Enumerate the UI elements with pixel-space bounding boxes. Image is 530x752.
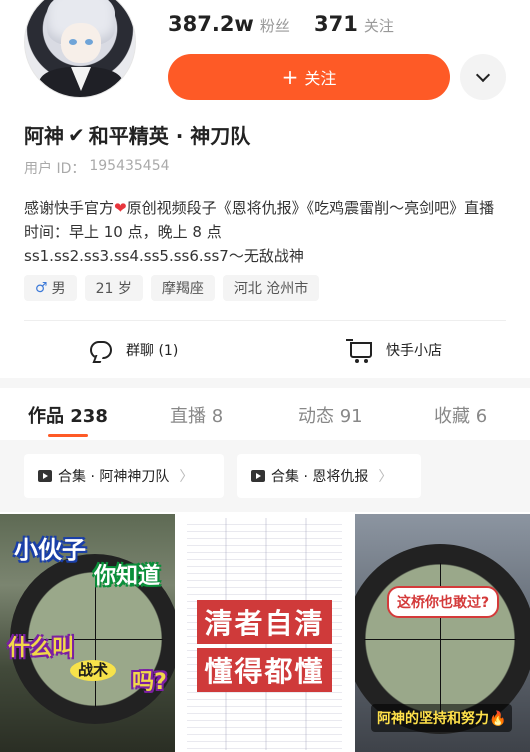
following-stat[interactable]: 371 关注	[314, 12, 394, 36]
video-caption: 吗?	[132, 670, 167, 695]
tab-favorites[interactable]: 收藏 6	[434, 402, 487, 428]
following-count: 371	[314, 12, 358, 36]
playlist-icon	[251, 470, 265, 482]
profile-tabs: 作品 238 直播 8 动态 91 收藏 6	[0, 390, 530, 436]
video-caption: 懂得都懂	[197, 648, 332, 692]
fans-stat[interactable]: 387.2w 粉丝	[168, 12, 290, 36]
video-caption: 战术	[70, 660, 117, 681]
bio-text-a: 感谢快手官方	[24, 199, 115, 217]
cart-icon	[346, 339, 372, 363]
tab-live[interactable]: 直播 8	[170, 402, 223, 428]
avatar-eye-left	[69, 39, 77, 45]
follow-button-label: 关注	[304, 69, 337, 88]
age-text: 21 岁	[95, 281, 132, 297]
user-id[interactable]: 用户 ID： 195435454	[24, 158, 170, 178]
more-button[interactable]	[460, 54, 506, 100]
fans-count: 387.2w	[168, 12, 254, 36]
user-id-label: 用户 ID：	[24, 161, 86, 177]
plus-icon: +	[281, 65, 299, 89]
video-caption: 小伙子	[14, 536, 86, 564]
group-chat-button[interactable]: 群聊 (1)	[90, 336, 178, 364]
gender-text: 男	[51, 281, 66, 297]
age-tag: 21 岁	[84, 275, 143, 301]
active-tab-indicator	[48, 434, 88, 437]
chevron-down-icon	[475, 67, 491, 82]
section-gap	[0, 378, 530, 388]
chat-bubble-icon	[90, 341, 112, 359]
fans-label: 粉丝	[259, 17, 290, 35]
video-thumbnail-3[interactable]: 这桥你也敢过? 阿神的坚持和努力🔥	[355, 514, 530, 752]
bio-text-c: ss1.ss2.ss3.ss4.ss5.ss6.ss7～无敌战神	[24, 247, 304, 265]
video-caption: 这桥你也敢过?	[387, 586, 500, 618]
collection-chip-shendaodui[interactable]: 合集 · 阿神神刀队 〉	[24, 454, 224, 498]
tab-moments[interactable]: 动态 91	[298, 402, 363, 428]
chevron-right-icon: 〉	[179, 469, 194, 485]
following-label: 关注	[363, 17, 394, 35]
shop-button[interactable]: 快手小店	[346, 336, 442, 364]
collection-chip-enjiangchoubao[interactable]: 合集 · 恩将仇报 〉	[237, 454, 421, 498]
video-thumbnail-1[interactable]: 小伙子 你知道 什么叫 战术 吗?	[0, 514, 175, 752]
video-thumbnail-2[interactable]: 清者自清 懂得都懂	[177, 514, 352, 752]
video-caption: 你知道	[94, 564, 161, 589]
profile-name: 阿神 ✔ 和平精英 · 神刀队	[24, 120, 250, 149]
profile-tags: ♂ 男 21 岁 摩羯座 河北 沧州市	[24, 275, 320, 301]
avatar-face	[61, 23, 101, 63]
zodiac-tag: 摩羯座	[150, 275, 215, 301]
follow-button[interactable]: + 关注	[168, 54, 450, 100]
playlist-icon	[38, 470, 52, 482]
avatar[interactable]	[24, 0, 136, 98]
video-caption: 什么叫	[8, 636, 75, 661]
user-name: 阿神	[24, 124, 64, 148]
verified-icon: ✔	[68, 122, 85, 147]
gender-tag: ♂ 男	[24, 275, 77, 301]
video-caption: 阿神的坚持和努力🔥	[371, 704, 513, 732]
avatar-eye-right	[85, 39, 93, 45]
zodiac-text: 摩羯座	[161, 281, 204, 297]
group-chat-label: 群聊 (1)	[126, 343, 179, 359]
location-tag: 河北 沧州市	[222, 275, 320, 301]
collection-label: 合集 · 阿神神刀队	[58, 469, 170, 485]
heart-icon: ❤	[114, 199, 127, 217]
bio: 感谢快手官方❤原创视频段子《恩将仇报》《吃鸡震雷削～亮剑吧》直播时间：早上 10…	[24, 196, 504, 268]
tab-works[interactable]: 作品 238	[28, 402, 108, 428]
collection-label: 合集 · 恩将仇报	[271, 469, 369, 485]
user-name-suffix: 和平精英 · 神刀队	[88, 124, 251, 148]
video-caption: 清者自清	[197, 600, 332, 644]
male-icon: ♂	[35, 280, 48, 296]
location-text: 河北 沧州市	[233, 281, 309, 297]
chevron-right-icon: 〉	[378, 469, 393, 485]
divider	[24, 320, 506, 321]
shop-label: 快手小店	[386, 343, 442, 359]
user-id-value: 195435454	[89, 158, 170, 174]
